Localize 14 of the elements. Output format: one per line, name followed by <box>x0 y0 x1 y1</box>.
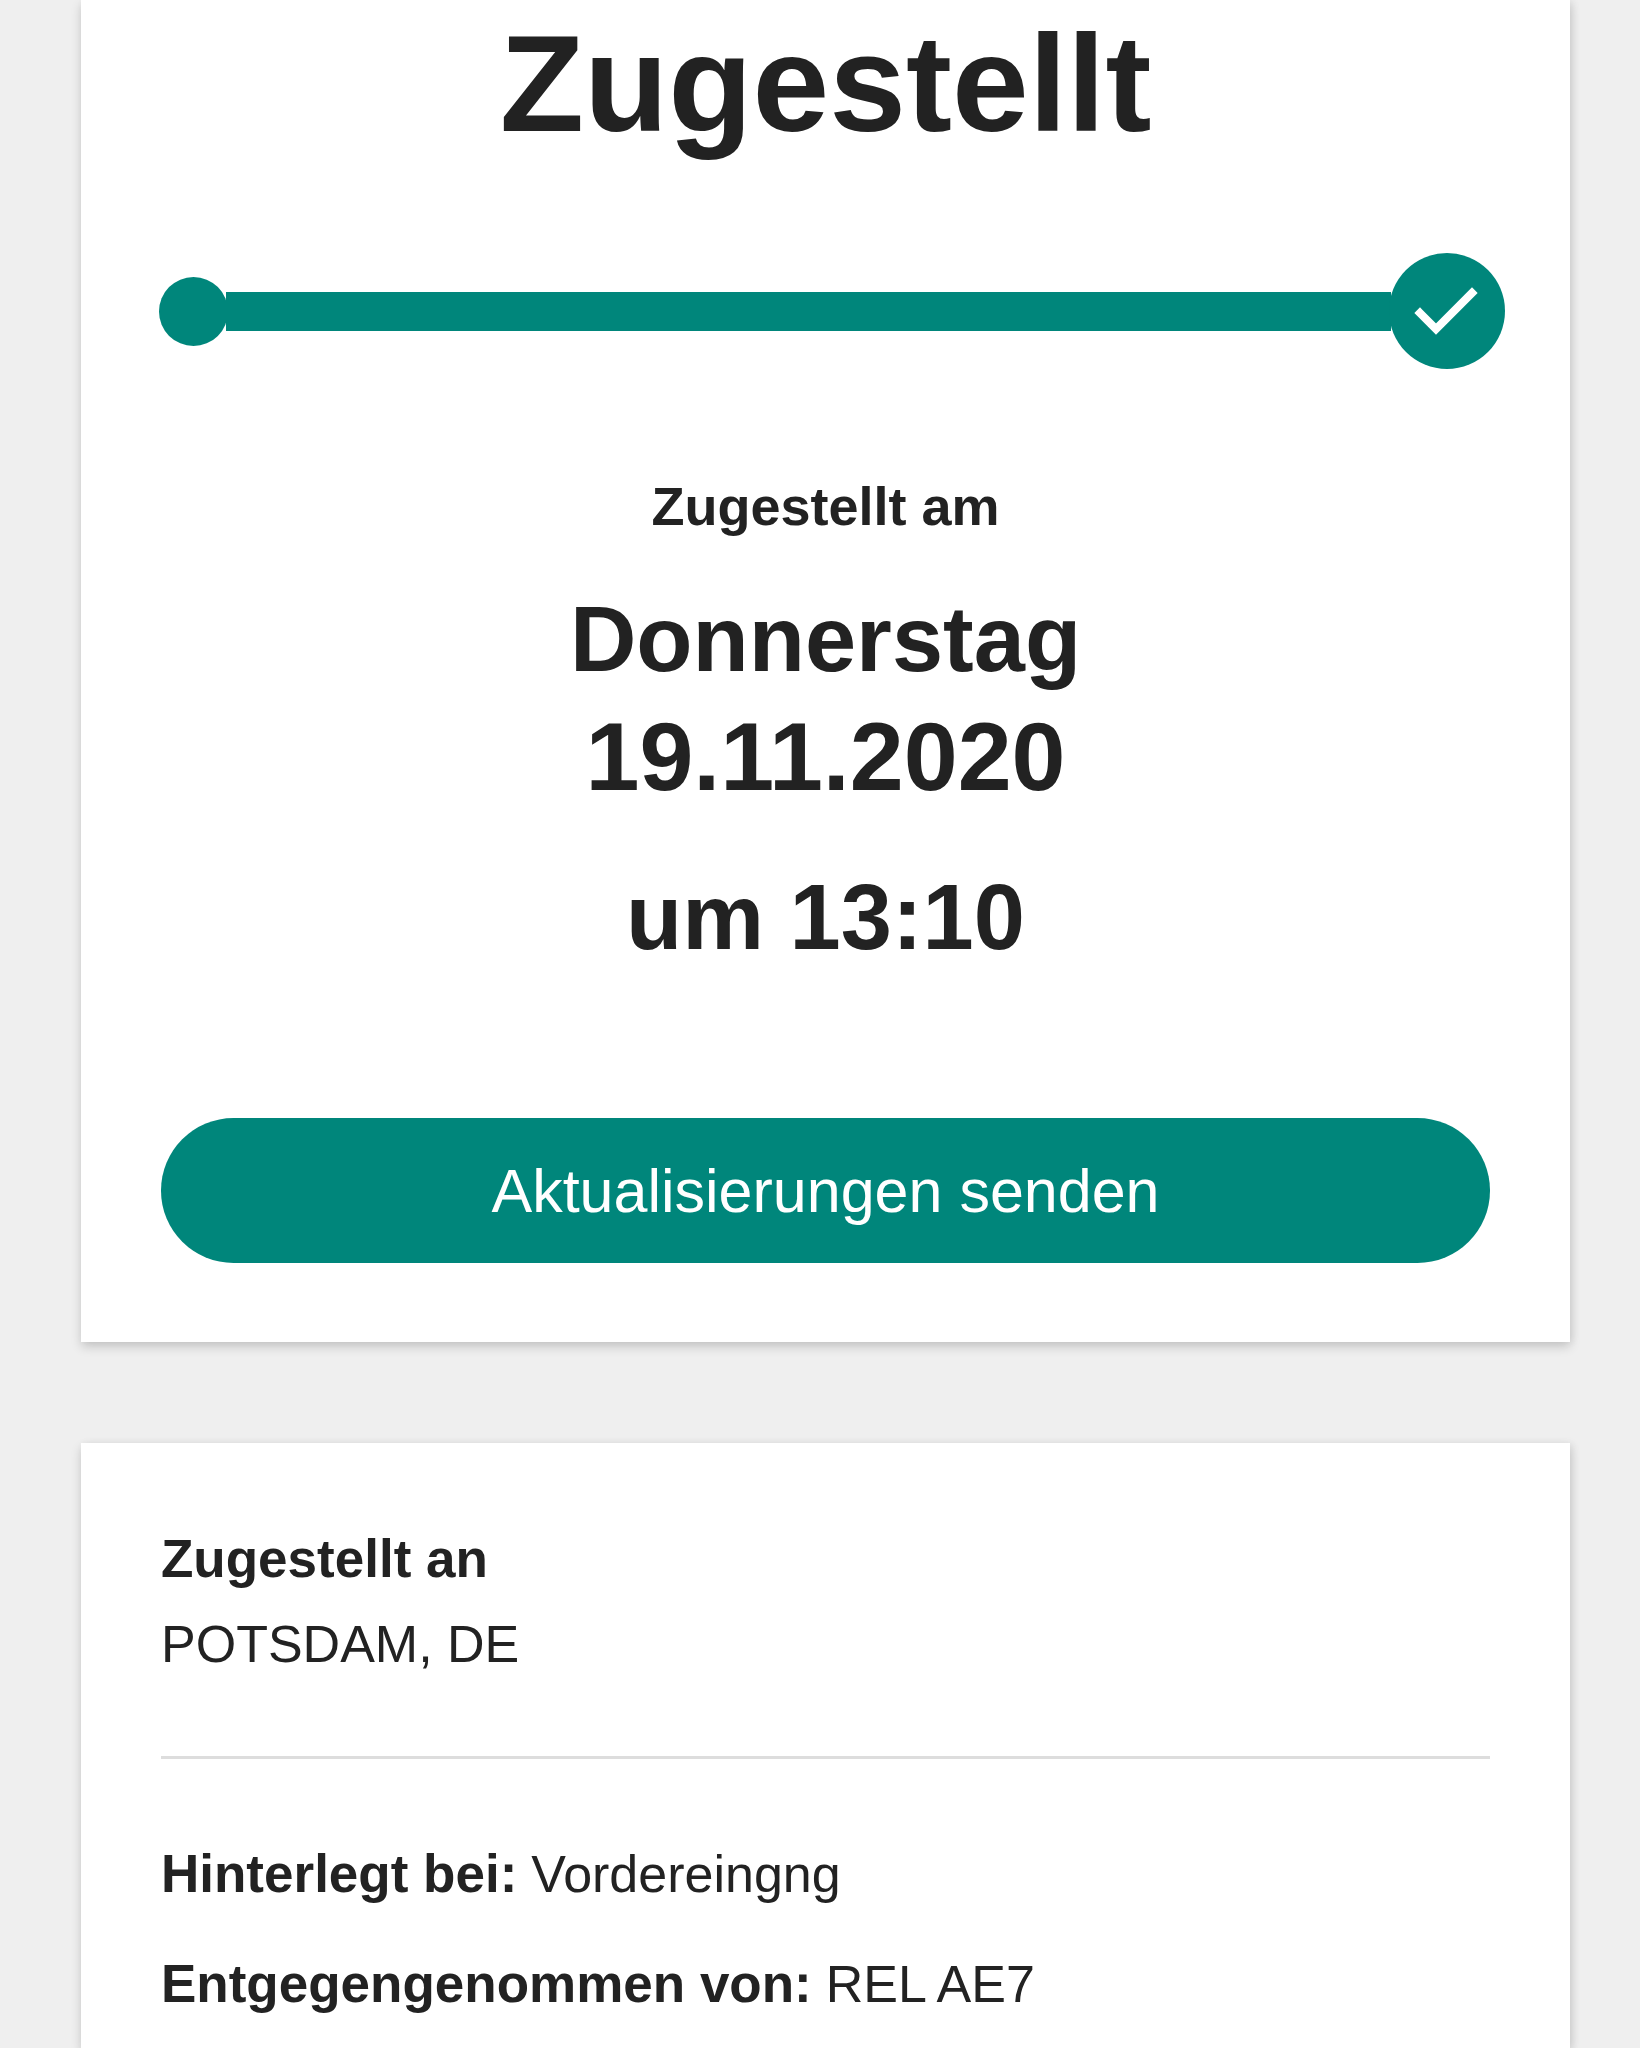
field-label: Entgegengenommen von: <box>161 1953 812 2015</box>
status-title: Zugestellt <box>499 5 1152 162</box>
delivered-label: Zugestellt am <box>651 475 1000 538</box>
start-dot-icon <box>159 276 228 346</box>
recipient-location: POTSDAM, DE <box>161 1614 520 1675</box>
recipient-label: Zugestellt an <box>161 1528 488 1590</box>
field-value: Vordereingng <box>531 1844 841 1905</box>
weekday-text: Donnerstag <box>569 587 1082 692</box>
send-updates-button[interactable]: Aktualisierungen senden <box>161 1118 1490 1263</box>
check-circle-icon <box>1389 253 1505 369</box>
date-text: 19.11.2020 <box>585 701 1066 813</box>
time-text: um 13:10 <box>626 865 1025 970</box>
field-label: Hinterlegt bei: <box>161 1843 518 1905</box>
field-value: REL AE7 <box>825 1954 1035 2015</box>
